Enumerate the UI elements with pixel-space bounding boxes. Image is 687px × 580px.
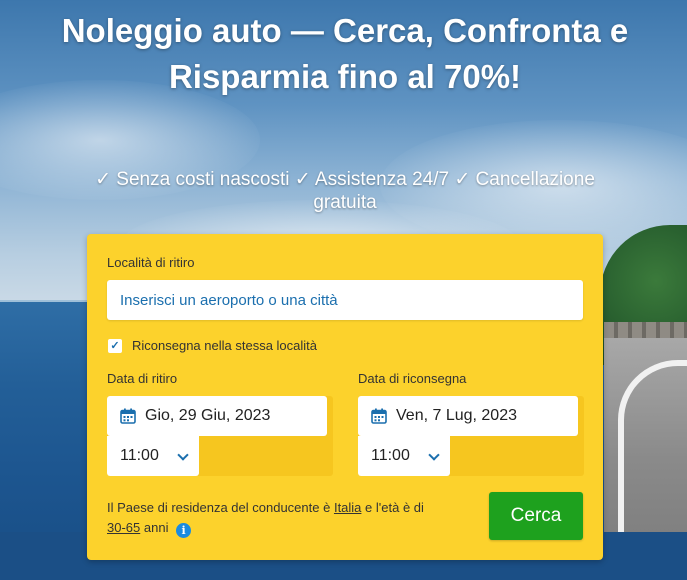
check-icon: ✓ xyxy=(110,340,120,352)
pickup-date-value: Gio, 29 Giu, 2023 xyxy=(145,407,271,424)
pickup-date-field[interactable]: Gio, 29 Giu, 2023 xyxy=(107,396,327,436)
residence-country-link[interactable]: Italia xyxy=(334,500,361,515)
hero-subtitle: ✓ Senza costi nascosti ✓ Assistenza 24/7… xyxy=(95,169,595,213)
pickup-time-value: 11:00 xyxy=(120,447,159,464)
return-datetime-group: Ven, 7 Lug, 2023 11:00 xyxy=(358,396,584,476)
return-date-field[interactable]: Ven, 7 Lug, 2023 xyxy=(358,396,578,436)
return-date-value: Ven, 7 Lug, 2023 xyxy=(396,407,517,424)
pickup-location-input[interactable] xyxy=(107,280,583,320)
car-search-form: Località di ritiro ✓ Riconsegna nella st… xyxy=(87,234,603,560)
return-time-select[interactable]: 11:00 xyxy=(358,436,450,476)
age-unit: anni xyxy=(143,520,169,535)
chevron-down-icon xyxy=(428,449,440,461)
pickup-datetime-group: Gio, 29 Giu, 2023 11:00 xyxy=(107,396,333,476)
chevron-down-icon xyxy=(177,449,189,461)
driver-residence-note: Il Paese di residenza del conducente è I… xyxy=(107,498,467,538)
info-icon[interactable]: i xyxy=(176,523,192,538)
calendar-icon xyxy=(120,408,136,424)
calendar-icon xyxy=(371,408,387,424)
age-text: e l'età è di xyxy=(365,500,424,515)
pickup-location-label: Località di ritiro xyxy=(107,255,195,270)
search-button[interactable]: Cerca xyxy=(489,492,583,540)
return-time-value: 11:00 xyxy=(371,447,410,464)
page-title: Noleggio auto — Cerca, Confronta e Rispa… xyxy=(61,12,629,95)
pickup-time-select[interactable]: 11:00 xyxy=(107,436,199,476)
age-range-link[interactable]: 30-65 xyxy=(107,520,140,535)
residence-text: Il Paese di residenza del conducente è xyxy=(107,500,331,515)
same-location-checkbox[interactable]: ✓ xyxy=(108,339,122,353)
return-date-label: Data di riconsegna xyxy=(358,371,467,386)
pickup-date-label: Data di ritiro xyxy=(107,371,178,386)
road-marking xyxy=(618,360,687,560)
same-location-label[interactable]: Riconsegna nella stessa località xyxy=(132,338,317,353)
